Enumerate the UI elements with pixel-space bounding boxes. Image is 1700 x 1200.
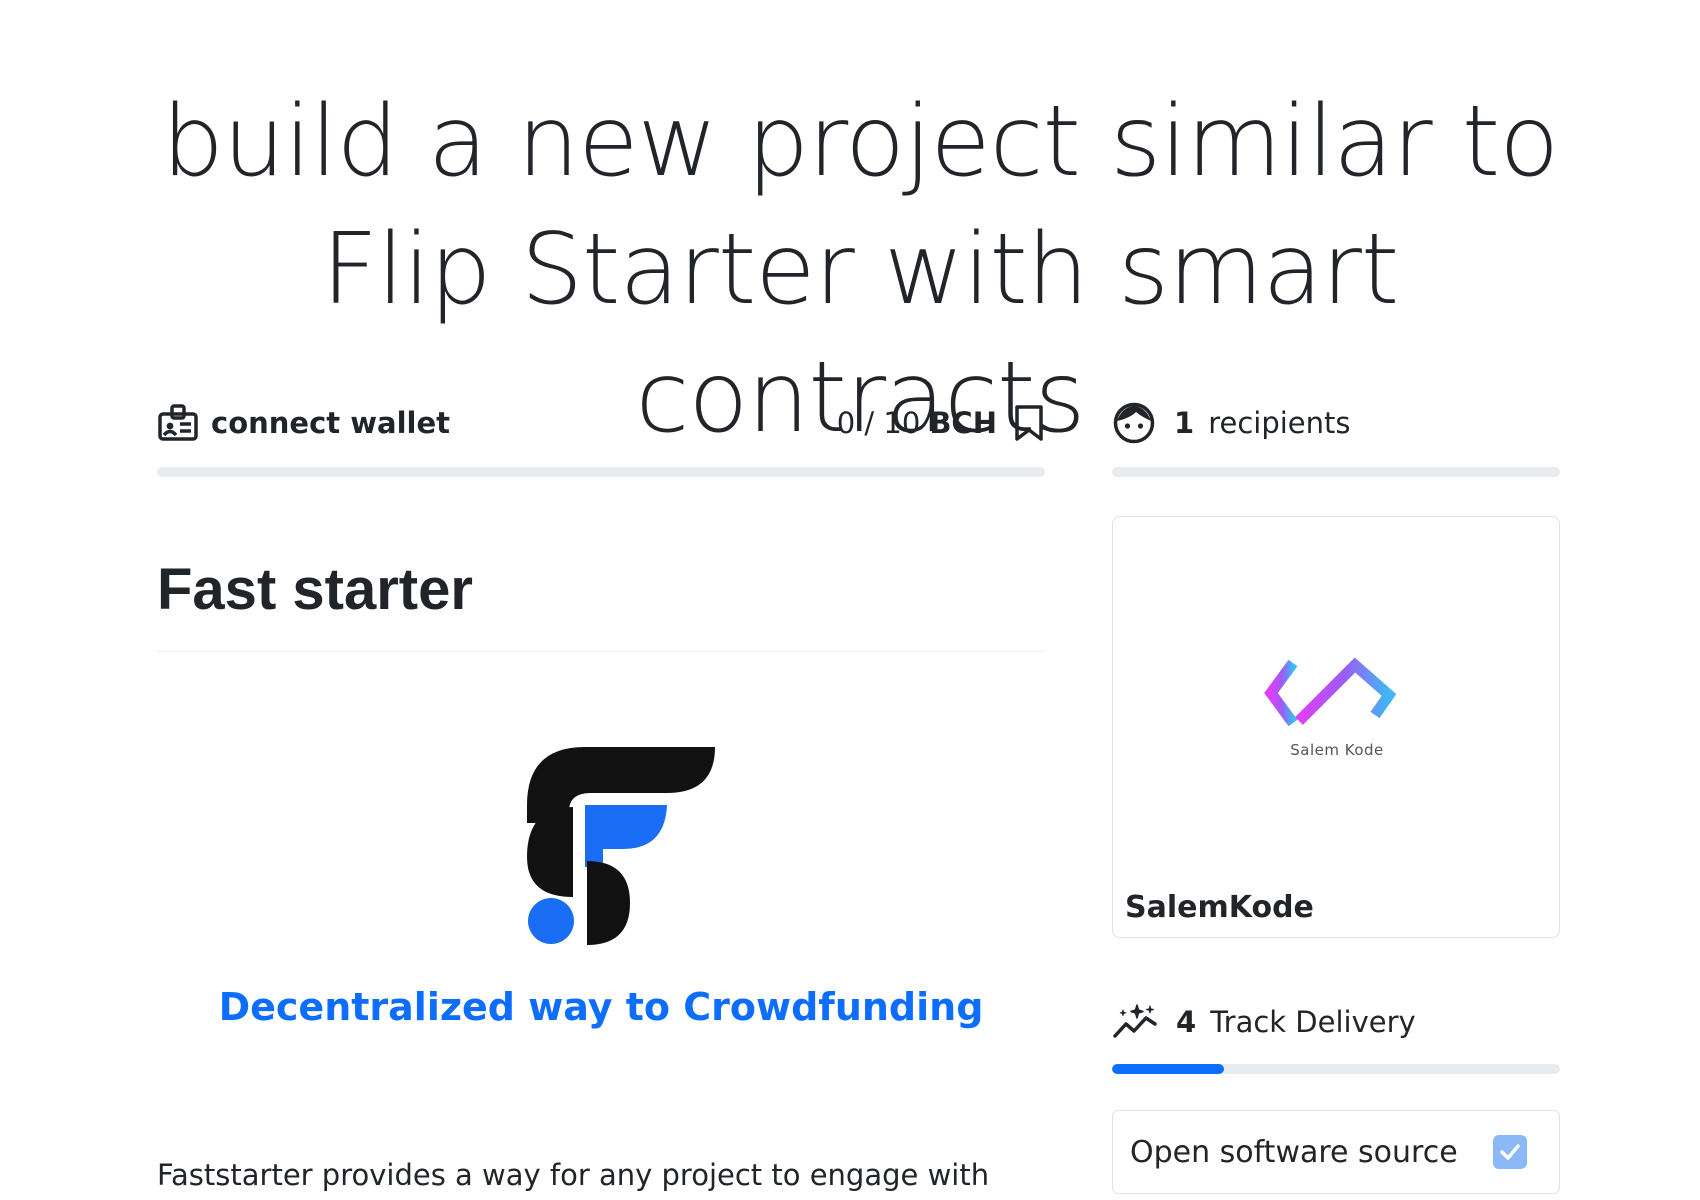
- checklist-item-open-source[interactable]: Open software source: [1112, 1110, 1560, 1194]
- funding-amount-text: 0 / 10: [836, 406, 921, 440]
- sparkline-stars-icon: [1112, 1002, 1158, 1042]
- faststarter-logo: [527, 745, 717, 950]
- funding-status-row: connect wallet 0 / 10 BCH: [157, 398, 1045, 448]
- bookmark-icon[interactable]: [1013, 404, 1045, 442]
- recipients-count: 1: [1174, 406, 1195, 440]
- delivery-status-row: 4 Track Delivery: [1112, 997, 1560, 1047]
- delivery-label: Track Delivery: [1210, 1005, 1416, 1039]
- funding-amount: 0 / 10 BCH: [837, 404, 1045, 442]
- project-description: Faststarter provides a way for any proje…: [157, 1158, 990, 1192]
- page-title-line-1: build a new project similar to: [161, 85, 1559, 199]
- id-card-icon: [157, 402, 199, 444]
- face-icon: [1112, 401, 1156, 445]
- recipient-name: SalemKode: [1125, 890, 1314, 925]
- recipients-label: recipients: [1208, 406, 1351, 440]
- salemkode-logo: [1263, 655, 1411, 742]
- delivery-count: 4: [1176, 1005, 1197, 1039]
- recipient-card[interactable]: Salem Kode SalemKode: [1112, 516, 1560, 938]
- section-divider: [157, 651, 1045, 652]
- section-title: Fast starter: [157, 557, 473, 622]
- connect-wallet-label: connect wallet: [211, 406, 450, 440]
- funding-unit: BCH: [929, 406, 997, 440]
- tagline: Decentralized way to Crowdfunding: [218, 985, 984, 1029]
- delivery-progress-fill: [1112, 1064, 1224, 1074]
- connect-wallet-button[interactable]: connect wallet: [157, 402, 450, 444]
- checklist-item-label: Open software source: [1130, 1134, 1458, 1170]
- salemkode-logo-text: Salem Kode: [1290, 741, 1384, 759]
- checkbox[interactable]: [1493, 1135, 1527, 1169]
- funding-progress-bar: [157, 467, 1045, 477]
- recipients-status-row: 1 recipients: [1112, 398, 1560, 448]
- recipients-progress-bar: [1112, 467, 1560, 477]
- delivery-progress-bar: [1112, 1064, 1560, 1074]
- checkmark-icon: [1500, 1144, 1520, 1160]
